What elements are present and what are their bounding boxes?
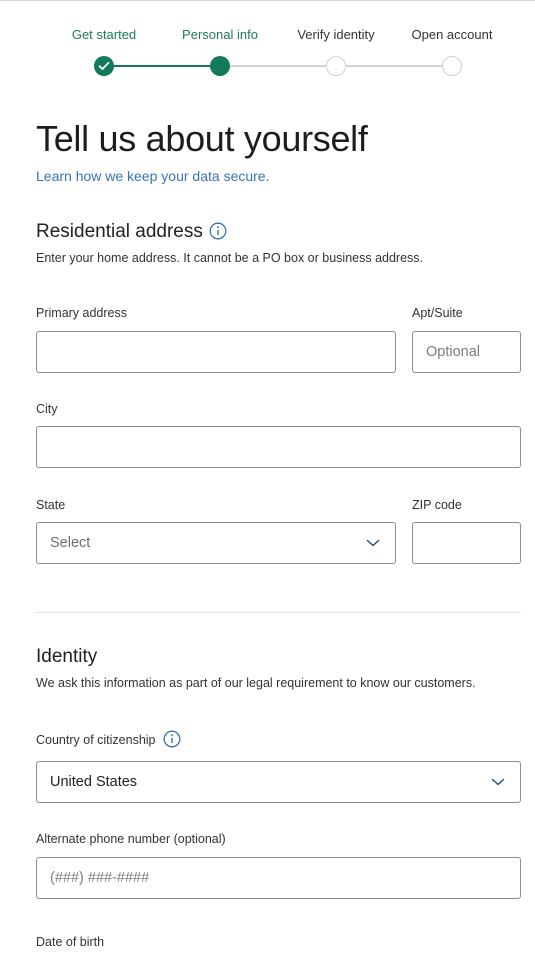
zip-code-input[interactable]: [413, 523, 520, 563]
alternate-phone-field[interactable]: [36, 857, 521, 899]
residential-address-description: Enter your home address. It cannot be a …: [36, 251, 424, 265]
zip-code-label: ZIP code: [412, 498, 462, 512]
step-dot-personal-info: [210, 56, 230, 76]
identity-description: We ask this information as part of our l…: [36, 676, 476, 690]
section-divider: [36, 612, 521, 613]
zip-code-field[interactable]: [412, 522, 521, 564]
city-label: City: [36, 402, 58, 416]
primary-address-label: Primary address: [36, 306, 127, 320]
state-select[interactable]: Select: [36, 522, 396, 564]
step-dot-open-account: [442, 56, 462, 76]
page-title: Tell us about yourself: [36, 118, 368, 159]
data-security-link[interactable]: Learn how we keep your data secure.: [36, 168, 269, 184]
state-label: State: [36, 498, 66, 512]
apt-suite-field[interactable]: [412, 331, 521, 373]
identity-heading: Identity: [36, 646, 98, 667]
state-select-value: Select: [50, 535, 91, 551]
apt-suite-input[interactable]: [413, 332, 520, 372]
checkmark-icon: [98, 61, 110, 70]
city-field[interactable]: [36, 426, 521, 468]
step-label-personal-info: Personal info: [182, 27, 258, 42]
alternate-phone-input[interactable]: [37, 858, 520, 898]
primary-address-input[interactable]: [37, 332, 395, 372]
progress-stepper: Get started Personal info Verify identit…: [0, 0, 535, 90]
country-of-citizenship-label: Country of citizenship: [36, 733, 156, 747]
city-input[interactable]: [37, 427, 520, 467]
step-label-open-account: Open account: [411, 27, 493, 42]
step-dot-verify-identity: [326, 56, 346, 76]
step-dot-get-started: [94, 56, 114, 76]
info-icon[interactable]: [163, 730, 181, 748]
progress-track-complete: [104, 65, 220, 67]
step-label-verify-identity: Verify identity: [297, 27, 375, 42]
alternate-phone-label: Alternate phone number (optional): [36, 832, 226, 846]
primary-address-field[interactable]: [36, 331, 396, 373]
apt-suite-label: Apt/Suite: [412, 306, 463, 320]
chevron-down-icon: [491, 778, 505, 786]
chevron-down-icon: [366, 539, 380, 547]
step-label-get-started: Get started: [71, 27, 137, 42]
date-of-birth-label: Date of birth: [36, 935, 105, 949]
residential-address-heading: Residential address: [36, 221, 203, 242]
country-select-value: United States: [50, 774, 138, 790]
info-icon[interactable]: [209, 222, 227, 240]
country-select[interactable]: United States: [36, 761, 521, 803]
